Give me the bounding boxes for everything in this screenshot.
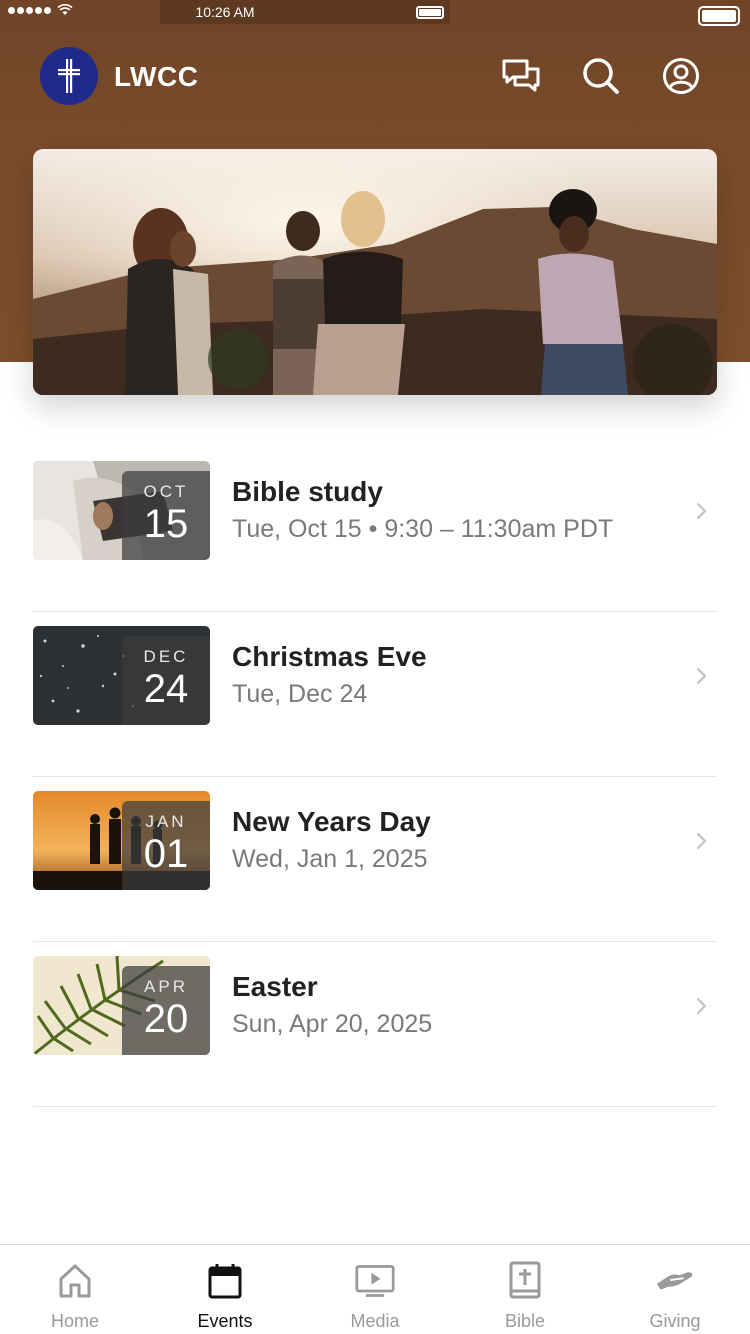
chevron-right-icon bbox=[696, 832, 707, 850]
event-thumbnail: APR 20 bbox=[33, 956, 210, 1055]
event-title: Christmas Eve bbox=[232, 641, 427, 672]
calendar-icon bbox=[208, 1264, 242, 1299]
event-day: 20 bbox=[143, 997, 189, 1041]
event-month: DEC bbox=[143, 647, 189, 666]
search-icon bbox=[583, 58, 619, 94]
profile-icon bbox=[663, 58, 699, 94]
tab-bible[interactable]: Bible bbox=[450, 1245, 600, 1334]
event-title: Bible study bbox=[232, 476, 383, 507]
event-row-easter[interactable]: APR 20 Easter Sun, Apr 20, 2025 bbox=[33, 942, 717, 1107]
tab-events[interactable]: Events bbox=[150, 1245, 300, 1334]
battery-icon-secondary bbox=[698, 6, 740, 26]
hero-photo bbox=[33, 149, 717, 395]
event-day: 24 bbox=[143, 667, 189, 711]
bottom-tab-bar: Home Events Media Bible Giving bbox=[0, 1244, 750, 1334]
chevron-right-icon bbox=[696, 997, 707, 1015]
event-day: 01 bbox=[143, 832, 189, 876]
tab-media[interactable]: Media bbox=[300, 1245, 450, 1334]
bible-icon bbox=[509, 1261, 541, 1299]
status-time: 10:26 AM bbox=[195, 4, 255, 20]
app-bar: LWCC bbox=[0, 44, 750, 108]
tab-label: Events bbox=[197, 1311, 253, 1331]
giving-hand-icon bbox=[656, 1272, 693, 1290]
event-date-badge: DEC 24 bbox=[122, 636, 210, 725]
home-icon bbox=[59, 1264, 91, 1298]
tab-label: Home bbox=[50, 1311, 99, 1331]
event-row-christmas-eve[interactable]: DEC 24 Christmas Eve Tue, Dec 24 bbox=[33, 612, 717, 777]
tab-giving[interactable]: Giving bbox=[600, 1245, 750, 1334]
status-bar: 10:26 AM bbox=[0, 0, 750, 26]
event-thumbnail: DEC 24 bbox=[33, 626, 210, 725]
battery-icon bbox=[416, 6, 444, 19]
chevron-right-icon bbox=[696, 502, 707, 520]
profile-button[interactable] bbox=[661, 56, 701, 96]
tab-label: Bible bbox=[504, 1311, 546, 1331]
event-subtitle: Wed, Jan 1, 2025 bbox=[232, 845, 428, 873]
event-date-badge: APR 20 bbox=[122, 966, 210, 1055]
chat-button[interactable] bbox=[501, 56, 541, 96]
events-list: OCT 15 Bible study Tue, Oct 15 • 9:30 – … bbox=[33, 447, 717, 1107]
event-month: OCT bbox=[143, 482, 189, 501]
event-subtitle: Sun, Apr 20, 2025 bbox=[232, 1010, 433, 1038]
event-title: New Years Day bbox=[232, 806, 431, 837]
event-subtitle: Tue, Oct 15 • 9:30 – 11:30am PDT bbox=[232, 515, 614, 543]
search-button[interactable] bbox=[581, 56, 621, 96]
event-day: 15 bbox=[143, 502, 189, 546]
event-date-badge: OCT 15 bbox=[122, 471, 210, 560]
event-month: APR bbox=[144, 977, 188, 996]
tab-home[interactable]: Home bbox=[0, 1245, 150, 1334]
event-row-new-years-day[interactable]: JAN 01 New Years Day Wed, Jan 1, 2025 bbox=[33, 777, 717, 942]
play-screen-icon bbox=[355, 1265, 395, 1297]
event-thumbnail: OCT 15 bbox=[33, 461, 210, 560]
chevron-right-icon bbox=[696, 667, 707, 685]
event-title: Easter bbox=[232, 971, 318, 1002]
app-title: LWCC bbox=[114, 61, 199, 92]
chat-icon bbox=[502, 59, 540, 92]
tab-label: Giving bbox=[649, 1311, 701, 1331]
tab-label: Media bbox=[350, 1311, 400, 1331]
event-month: JAN bbox=[145, 812, 187, 831]
event-row-bible-study[interactable]: OCT 15 Bible study Tue, Oct 15 • 9:30 – … bbox=[33, 447, 717, 612]
event-subtitle: Tue, Dec 24 bbox=[232, 680, 368, 708]
hero-banner-image[interactable] bbox=[33, 149, 717, 395]
church-logo[interactable] bbox=[40, 47, 98, 105]
event-date-badge: JAN 01 bbox=[122, 801, 210, 890]
event-thumbnail: JAN 01 bbox=[33, 791, 210, 890]
cross-logo-icon bbox=[58, 59, 80, 93]
